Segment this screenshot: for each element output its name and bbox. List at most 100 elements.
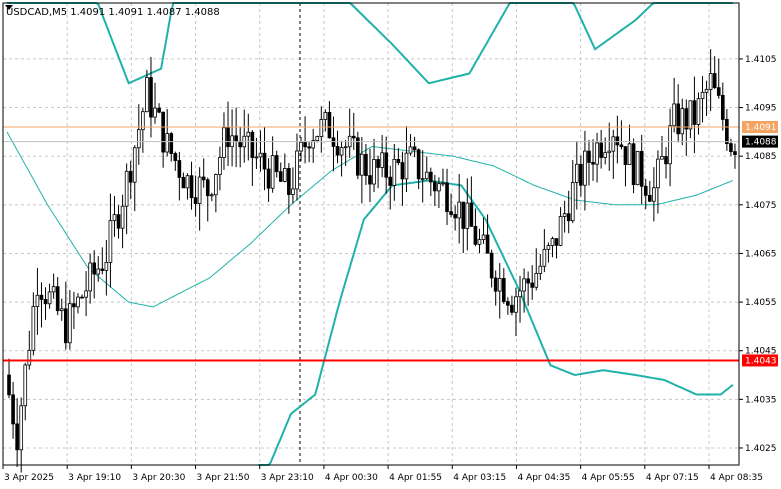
ytick-label: 1.4105 — [745, 55, 777, 65]
candle-down — [619, 144, 624, 148]
candle-up — [497, 278, 502, 292]
candle-down — [733, 151, 737, 155]
candle-up — [59, 308, 64, 312]
candle-down — [526, 278, 530, 284]
candle-down — [587, 150, 591, 163]
candle-up — [214, 174, 218, 196]
candle-down — [226, 127, 230, 148]
candle-down — [55, 286, 60, 312]
xtick-label: 4 Apr 03:15 — [453, 473, 506, 483]
ytick-label: 1.4025 — [745, 444, 777, 454]
candle-down — [396, 158, 401, 164]
candle-down — [692, 100, 697, 125]
chart-title: USDCAD,M5 1.4091 1.4091 1.4087 1.4088 — [6, 7, 220, 18]
candle-down — [615, 136, 620, 146]
candle-up — [696, 98, 701, 125]
candle-up — [153, 107, 157, 118]
candle-down — [116, 214, 121, 229]
candle-down — [445, 182, 449, 213]
candle-down — [327, 112, 332, 139]
candle-down — [335, 145, 340, 156]
price-chart[interactable]: 1.4091 1.4043 1.4088 1.4105 1.4095 1.4085 1.4… — [0, 0, 781, 489]
candle-up — [392, 158, 397, 186]
candle-down — [205, 179, 210, 197]
candle-down — [39, 294, 44, 300]
candle-down — [412, 146, 417, 151]
candle-down — [351, 135, 356, 139]
xtick-label: 4 Apr 04:35 — [517, 473, 570, 483]
candle-down — [664, 156, 668, 165]
xtick-label: 4 Apr 08:35 — [710, 473, 763, 483]
ytick-label: 1.4065 — [745, 249, 777, 259]
candle-down — [428, 171, 433, 183]
candle-down — [473, 226, 478, 245]
candle-up — [209, 194, 214, 197]
candle-up — [672, 103, 676, 127]
xtick-label: 3 Apr 20:30 — [132, 473, 185, 483]
candle-up — [35, 294, 40, 307]
candle-up — [611, 136, 616, 152]
candle-down — [287, 168, 291, 195]
candle-up — [360, 153, 364, 176]
candle-up — [627, 143, 632, 166]
candle-up — [688, 100, 693, 130]
candle-up — [546, 245, 551, 250]
candle-down — [234, 135, 238, 142]
candle-up — [124, 170, 129, 207]
candle-up — [424, 171, 429, 180]
candle-down — [716, 87, 721, 96]
candle-up — [84, 290, 88, 298]
xtick-label: 3 Apr 19:10 — [68, 473, 121, 483]
candle-up — [68, 303, 72, 344]
candle-down — [501, 278, 506, 302]
candle-down — [15, 423, 19, 451]
candle-up — [538, 265, 543, 274]
candle-up — [96, 268, 101, 275]
candle-down — [262, 152, 267, 170]
candle-up — [27, 349, 32, 366]
candle-up — [595, 142, 599, 165]
candle-up — [607, 150, 612, 154]
candle-down — [307, 146, 311, 149]
candle-up — [570, 182, 575, 222]
candle-down — [400, 162, 405, 180]
candle-up — [574, 163, 579, 183]
candle-up — [76, 296, 80, 308]
candle-up — [437, 183, 441, 192]
candle-down — [510, 304, 514, 313]
candle-up — [270, 155, 275, 189]
candle-up — [635, 150, 640, 186]
candle-down — [639, 150, 644, 187]
candle-down — [11, 394, 15, 425]
candle-up — [550, 238, 555, 246]
candle-up — [291, 188, 295, 195]
candle-down — [416, 149, 421, 180]
candle-up — [218, 157, 222, 175]
candle-down — [43, 299, 48, 305]
candle-down — [453, 214, 457, 219]
candle-up — [372, 159, 376, 185]
candle-down — [355, 137, 360, 176]
candle-down — [173, 153, 178, 161]
candle-down — [676, 103, 681, 135]
candle-up — [339, 147, 344, 156]
candle-down — [376, 159, 380, 168]
candle-down — [177, 160, 182, 178]
candle-up — [295, 150, 299, 190]
candle-down — [591, 162, 595, 165]
candle-down — [489, 252, 494, 279]
ytick-label: 1.4075 — [745, 201, 777, 211]
xtick-label: 4 Apr 01:55 — [389, 473, 442, 483]
candle-down — [720, 95, 725, 120]
candle-down — [579, 163, 583, 186]
candle-down — [388, 176, 393, 186]
candle-down — [461, 201, 466, 229]
candle-up — [23, 364, 28, 407]
candle-down — [631, 143, 636, 186]
candle-up — [282, 168, 287, 182]
candle-up — [404, 152, 409, 180]
candle-down — [250, 131, 255, 158]
xtick-label: 4 Apr 07:15 — [646, 473, 699, 483]
candle-up — [112, 214, 117, 222]
candle-up — [522, 278, 526, 292]
